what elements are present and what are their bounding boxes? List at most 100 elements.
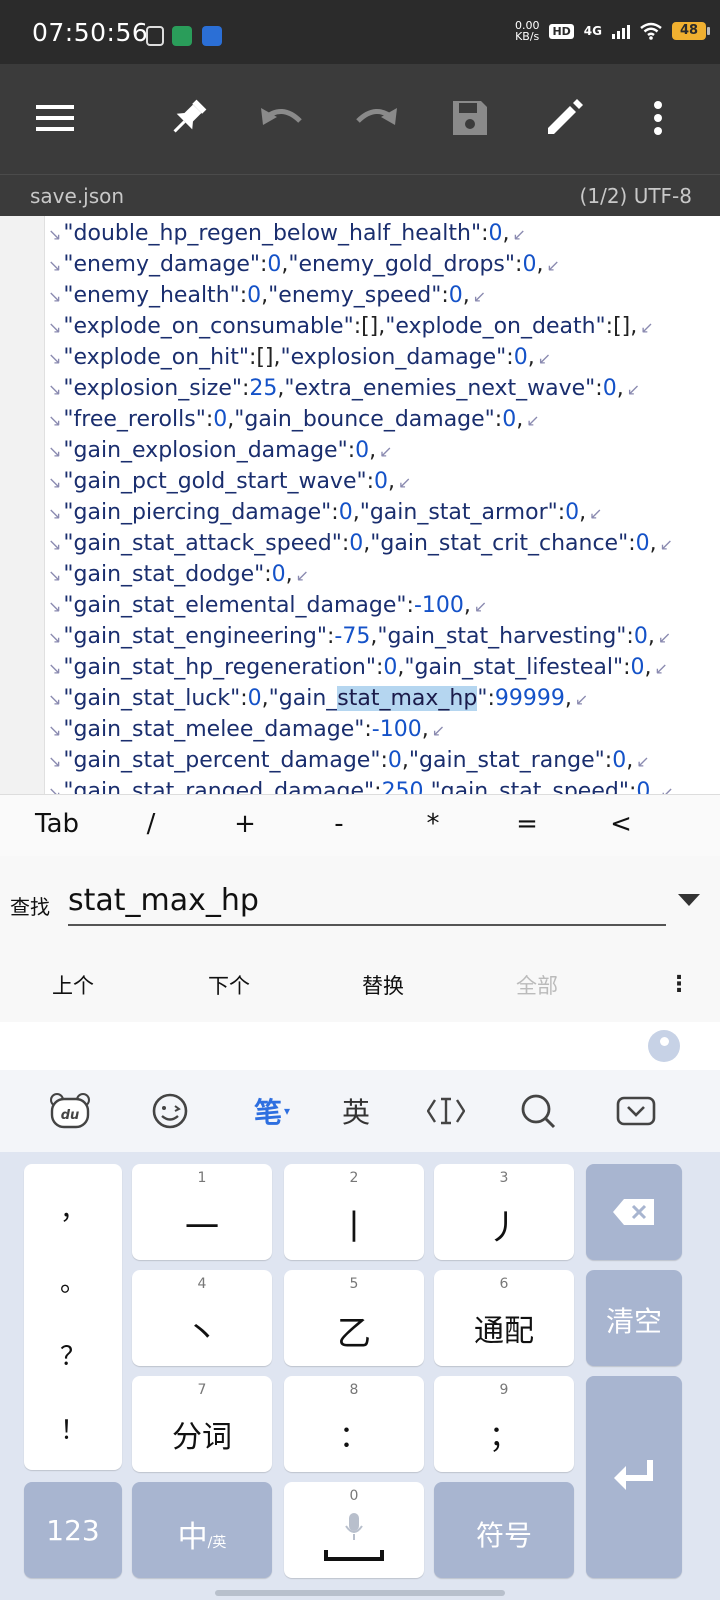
cursor-icon[interactable] bbox=[424, 1090, 468, 1132]
enter-key[interactable] bbox=[586, 1376, 682, 1578]
code-token: , bbox=[261, 686, 269, 711]
file-name[interactable]: save.json bbox=[30, 184, 124, 208]
punct-period[interactable]: 。 bbox=[24, 1262, 122, 1299]
symbol-key-minus[interactable]: - bbox=[294, 809, 384, 839]
code-line[interactable]: ↘"gain_stat_percent_damage":0,"gain_stat… bbox=[48, 745, 650, 776]
code-token: "enemy_damage" bbox=[63, 252, 260, 277]
code-token: "gain_stat_ranged_damage" bbox=[63, 779, 375, 794]
english-mode-button[interactable]: 英 bbox=[336, 1090, 376, 1132]
home-indicator[interactable] bbox=[215, 1590, 505, 1596]
stroke-key-dian[interactable]: 4 丶 bbox=[132, 1270, 272, 1366]
save-icon[interactable] bbox=[444, 92, 496, 144]
find-prev-button[interactable]: 上个 bbox=[52, 970, 94, 1000]
stroke-key-shu[interactable]: 2 丨 bbox=[284, 1164, 424, 1260]
more-vert-icon[interactable]: ⋮ bbox=[668, 972, 690, 997]
code-line[interactable]: ↘"gain_stat_melee_damage":-100, ↙ bbox=[48, 714, 445, 745]
stroke-key-pie[interactable]: 3 丿 bbox=[434, 1164, 574, 1260]
code-token: , bbox=[502, 221, 510, 246]
find-actions: 上个 下个 替换 全部 ⋮ bbox=[0, 946, 720, 1023]
symbol-key-asterisk[interactable]: * bbox=[388, 809, 478, 839]
code-line[interactable]: ↘"double_hp_regen_below_half_health":0, ↙ bbox=[48, 218, 526, 249]
code-line[interactable]: ↘"gain_stat_ranged_damage":250,"gain_sta… bbox=[48, 776, 674, 794]
line-end-icon: ↙ bbox=[660, 783, 674, 794]
code-token: "explosion_size" bbox=[63, 376, 242, 401]
find-input[interactable] bbox=[68, 876, 666, 926]
stroke-mode-button[interactable]: 笔 ▾ bbox=[244, 1090, 300, 1132]
punct-question[interactable]: ？ bbox=[24, 1336, 122, 1373]
code-line[interactable]: ↘"gain_stat_attack_speed":0,"gain_stat_c… bbox=[48, 528, 673, 559]
code-token: "gain_stat_hp_regeneration" bbox=[63, 655, 376, 680]
wrap-indicator-icon: ↘ bbox=[48, 256, 62, 275]
code-token: "gain_stat_elemental_damage" bbox=[63, 593, 407, 618]
code-line[interactable]: ↘"gain_stat_luck":0,"gain_stat_max_hp":9… bbox=[48, 683, 588, 714]
replace-all-button[interactable]: 全部 bbox=[516, 970, 558, 1000]
code-line[interactable]: ↘"gain_piercing_damage":0,"gain_stat_arm… bbox=[48, 497, 603, 528]
code-line[interactable]: ↘"explode_on_hit":[],"explosion_damage":… bbox=[48, 342, 551, 373]
code-line[interactable]: ↘"gain_stat_engineering": -75, "gain_stat_… bbox=[48, 621, 671, 652]
semicolon-key[interactable]: 9 ； bbox=[434, 1376, 574, 1472]
code-line[interactable]: ↘"free_rerolls":0,"gain_bounce_damage":0… bbox=[48, 404, 540, 435]
segment-key[interactable]: 7 分词 bbox=[132, 1376, 272, 1472]
symbol-key-slash[interactable]: / bbox=[106, 809, 196, 839]
code-line[interactable]: ↘"enemy_health":0,"enemy_speed":0, ↙ bbox=[48, 280, 486, 311]
redo-icon[interactable] bbox=[350, 92, 402, 144]
search-icon[interactable] bbox=[516, 1090, 560, 1132]
space-key[interactable]: 0 bbox=[284, 1482, 424, 1578]
code-line[interactable]: ↘"gain_explosion_damage":0, ↙ bbox=[48, 435, 393, 466]
code-editor[interactable]: ↘"double_hp_regen_below_half_health":0, ↙… bbox=[0, 216, 720, 794]
key-number: 2 bbox=[349, 1170, 359, 1186]
symbols-key[interactable]: 符号 bbox=[434, 1482, 574, 1578]
menu-icon[interactable] bbox=[30, 92, 82, 144]
code-token: "gain_pct_gold_start_wave" bbox=[63, 469, 367, 494]
more-vert-icon[interactable] bbox=[632, 92, 684, 144]
code-line[interactable]: ↘"explosion_size": 25, "extra_enemies_next… bbox=[48, 373, 640, 404]
code-line[interactable]: ↘"enemy_damage":0,"enemy_gold_drops":0, ↙ bbox=[48, 249, 560, 280]
code-token: 0 bbox=[267, 252, 282, 277]
keyboard-hide-icon[interactable] bbox=[614, 1090, 658, 1132]
du-logo-icon[interactable]: du bbox=[48, 1090, 92, 1132]
punctuation-column[interactable]: ， 。 ？ ！ bbox=[24, 1164, 122, 1470]
stroke-key-zhe[interactable]: 5 乙 bbox=[284, 1270, 424, 1366]
code-line[interactable]: ↘"gain_stat_elemental_damage":-100, ↙ bbox=[48, 590, 487, 621]
ime-assistant-icon[interactable] bbox=[648, 1030, 680, 1062]
code-token: , bbox=[285, 562, 293, 587]
wrap-indicator-icon: ↘ bbox=[48, 442, 62, 461]
punct-comma[interactable]: ， bbox=[24, 1190, 122, 1227]
line-gutter bbox=[0, 216, 45, 794]
wildcard-key[interactable]: 6 通配 bbox=[434, 1270, 574, 1366]
wrap-indicator-icon: ↘ bbox=[48, 349, 62, 368]
undo-icon[interactable] bbox=[256, 92, 308, 144]
punct-exclaim[interactable]: ！ bbox=[24, 1410, 122, 1447]
find-next-button[interactable]: 下个 bbox=[208, 970, 250, 1000]
code-line[interactable]: ↘"gain_stat_dodge":0, ↙ bbox=[48, 559, 309, 590]
code-token: : bbox=[441, 283, 449, 308]
pin-icon[interactable] bbox=[162, 92, 214, 144]
code-token: "gain_stat_crit_chance" bbox=[370, 531, 629, 556]
numeric-keyboard-key[interactable]: 123 bbox=[24, 1482, 122, 1578]
symbol-key-equals[interactable]: = bbox=[482, 809, 572, 839]
pencil-icon[interactable] bbox=[538, 92, 590, 144]
replace-button[interactable]: 替换 bbox=[362, 970, 404, 1000]
symbol-key-plus[interactable]: + bbox=[200, 809, 290, 839]
code-token: : bbox=[347, 438, 356, 463]
code-token: 0 bbox=[488, 221, 503, 246]
code-token: , bbox=[564, 686, 572, 711]
backspace-key[interactable] bbox=[586, 1164, 682, 1260]
code-line[interactable]: ↘"gain_pct_gold_start_wave":0, ↙ bbox=[48, 466, 411, 497]
symbol-key-tab[interactable]: Tab bbox=[12, 809, 102, 839]
code-token: "free_rerolls" bbox=[63, 407, 206, 432]
code-token: -100 bbox=[413, 593, 464, 618]
key-label: 一 bbox=[185, 1208, 219, 1248]
emoji-icon[interactable] bbox=[148, 1090, 192, 1132]
symbol-key-less-than[interactable]: < bbox=[576, 809, 666, 839]
key-number: 3 bbox=[499, 1170, 509, 1186]
code-line[interactable]: ↘"gain_stat_hp_regeneration":0,"gain_sta… bbox=[48, 652, 668, 683]
code-line[interactable]: ↘"explode_on_consumable":[],"explode_on_… bbox=[48, 311, 654, 342]
code-token: 0 bbox=[602, 376, 617, 401]
wrap-indicator-icon: ↘ bbox=[48, 504, 62, 523]
colon-key[interactable]: 8 ： bbox=[284, 1376, 424, 1472]
zh-en-switch-key[interactable]: 中/英 bbox=[132, 1482, 272, 1578]
stroke-key-heng[interactable]: 1 一 bbox=[132, 1164, 272, 1260]
clear-key[interactable]: 清空 bbox=[586, 1270, 682, 1366]
find-history-dropdown-icon[interactable] bbox=[678, 894, 700, 906]
